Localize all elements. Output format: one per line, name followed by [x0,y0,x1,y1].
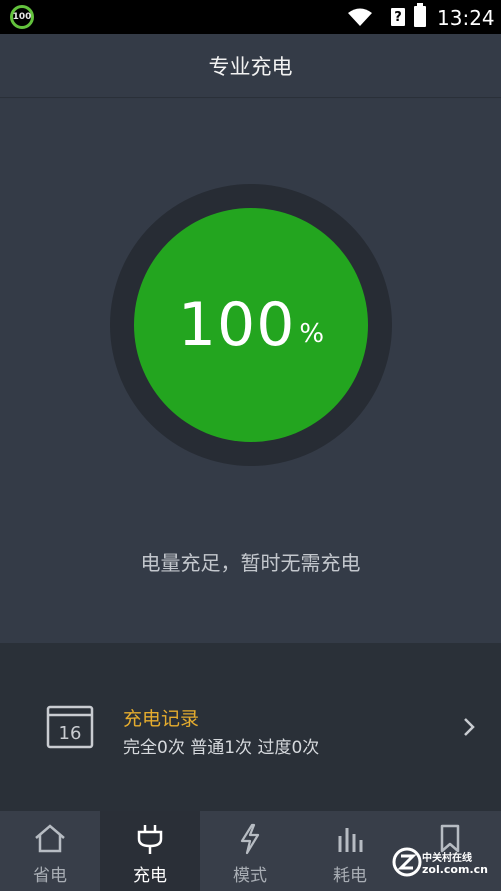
chevron-right-icon [464,718,475,736]
zol-watermark: 中关村在线 zol.com.cn [392,845,498,887]
charge-record-row[interactable]: 16 充电记录 完全0次 普通1次 过度0次 [0,643,501,811]
calendar-icon: 16 [46,705,94,749]
battery-gauge-fill: 100% [134,208,368,442]
title-bar: 专业充电 [0,34,501,98]
plug-icon [137,825,163,854]
tab-charging[interactable]: 充电 [100,811,200,891]
watermark-line1: 中关村在线 [422,853,472,864]
status-clock: 13:24 [437,6,495,30]
sim-card-icon: ? [391,8,405,26]
battery-percentage-value: 100 [177,290,296,360]
calendar-day: 16 [59,723,82,744]
home-icon [35,824,65,853]
zol-logo-icon [392,847,422,877]
tab-consumption[interactable]: 耗电 [300,811,400,891]
charge-record-title: 充电记录 [123,708,200,730]
charge-status-message: 电量充足，暂时无需充电 [140,551,361,575]
wifi-icon [348,8,372,26]
status-bar: 100 ? 13:24 [0,0,501,34]
tab-label: 省电 [33,866,67,886]
charge-record-summary: 完全0次 普通1次 过度0次 [123,738,320,758]
tab-label: 模式 [233,866,267,886]
charge-panel: 100% 电量充足，暂时无需充电 [0,99,501,643]
page-title: 专业充电 [208,54,293,79]
bar-chart-icon [338,828,363,852]
battery-icon [414,3,426,27]
tab-mode[interactable]: 模式 [200,811,300,891]
battery-gauge: 100% [110,184,392,466]
tab-label: 充电 [133,866,167,886]
watermark-line2: zol.com.cn [422,863,488,876]
lightning-icon [240,823,260,855]
tab-label: 耗电 [333,866,367,886]
battery-percentage-unit: % [299,319,325,349]
battery-level-badge: 100 [10,5,34,29]
tab-save-power[interactable]: 省电 [0,811,100,891]
